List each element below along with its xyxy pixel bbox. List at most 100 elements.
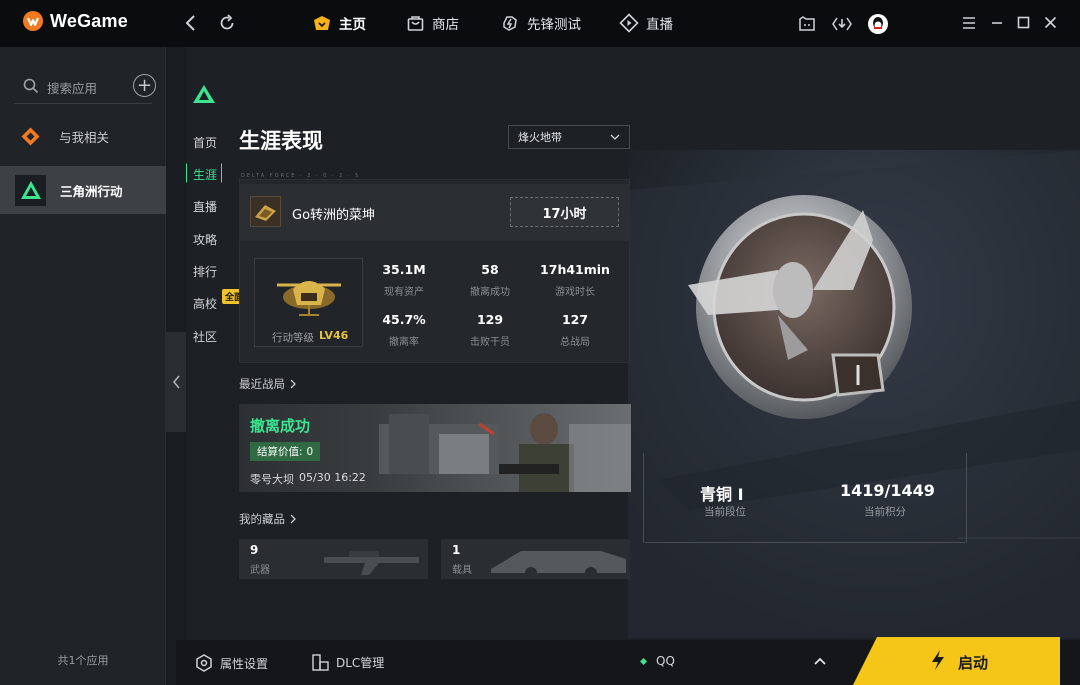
mode-select-value: 烽火地带 — [518, 131, 562, 144]
match-map: 零号大坝 — [250, 473, 294, 486]
stat-playtime-value: 17h41min — [540, 262, 610, 277]
plus-icon: + — [136, 74, 153, 96]
chevron-left-icon — [172, 375, 180, 389]
recent-matches-title: 最近战局 — [239, 377, 285, 391]
wegame-logo-icon — [23, 11, 43, 31]
collection-weapons-count: 9 — [250, 543, 259, 557]
search-input[interactable]: 搜索应用 — [47, 78, 97, 97]
level-emblem-icon — [277, 281, 341, 316]
settle-value: 0 — [306, 445, 314, 458]
stat-extract-rate-value: 45.7% — [382, 312, 426, 327]
wegame-logo[interactable]: WeGame — [22, 10, 128, 32]
collection-weapons[interactable]: 9 武器 — [239, 539, 428, 579]
close-icon[interactable] — [1044, 16, 1057, 29]
sidebar-item-related[interactable]: 与我相关 — [0, 112, 166, 160]
online-dot-icon — [640, 657, 647, 665]
subnav-university[interactable]: 高校 — [193, 295, 217, 312]
current-rank-label: 当前段位 — [704, 506, 746, 518]
weapon-image — [324, 551, 419, 575]
delta-force-app-icon — [15, 174, 46, 206]
minimize-icon[interactable] — [990, 16, 1004, 30]
stat-assets-label: 现有资产 — [384, 287, 424, 298]
settle-value-badge: 结算价值: 0 — [250, 442, 321, 461]
collection-weapons-label: 武器 — [250, 565, 270, 576]
settle-label: 结算价值: — [257, 446, 303, 458]
current-rank: 青铜 I — [700, 485, 744, 504]
tab-live-label: 直播 — [646, 17, 673, 33]
rank-emblem-artwork — [628, 150, 1080, 638]
stat-playtime-label: 游戏时长 — [555, 287, 595, 298]
tab-pioneer-test-label: 先锋测试 — [527, 17, 581, 33]
properties-button[interactable]: 属性设置 — [195, 654, 268, 672]
search-icon[interactable] — [23, 78, 39, 94]
current-score-label: 当前积分 — [864, 506, 906, 518]
sidebar-item-related-label: 与我相关 — [59, 129, 110, 145]
subnav-guide[interactable]: 攻略 — [193, 231, 217, 248]
properties-label: 属性设置 — [220, 656, 269, 671]
stat-kills-value: 129 — [476, 312, 504, 327]
chevron-right-icon — [290, 379, 296, 389]
live-diamond-icon — [619, 13, 639, 33]
subnav-live[interactable]: 直播 — [193, 198, 217, 215]
menu-icon[interactable] — [962, 16, 976, 30]
rank-divider — [645, 542, 965, 543]
subnav-community[interactable]: 社区 — [193, 328, 217, 345]
collection-title: 我的藏品 — [239, 512, 285, 526]
back-icon[interactable] — [184, 14, 198, 32]
collection-vehicles-label: 载具 — [452, 565, 472, 576]
subnav-home[interactable]: 首页 — [193, 134, 217, 151]
tab-store-label: 商店 — [432, 17, 459, 33]
chevron-right-icon — [290, 514, 296, 524]
add-app-button[interactable]: + — [133, 74, 156, 97]
sidebar-item-delta-force-label: 三角洲行动 — [60, 183, 123, 199]
subnav-career[interactable]: 生涯 — [193, 166, 217, 183]
app-count: 共1个应用 — [57, 654, 109, 667]
tab-pioneer-test[interactable]: 先锋测试 — [500, 13, 581, 33]
launch-button[interactable] — [853, 637, 1060, 685]
home-icon — [314, 16, 330, 30]
qq-avatar-icon[interactable] — [867, 13, 889, 35]
dlc-label: DLC管理 — [336, 656, 385, 670]
refresh-icon[interactable] — [218, 14, 236, 32]
level-label: 行动等级 — [272, 332, 314, 344]
mode-select[interactable]: 烽火地带 — [508, 125, 630, 149]
tab-store[interactable]: 商店 — [406, 13, 459, 33]
sidebar-item-delta-force[interactable]: 三角洲行动 — [0, 166, 166, 214]
collection-vehicles-count: 1 — [452, 543, 461, 557]
collection-vehicles[interactable]: 1 载具 — [441, 539, 630, 579]
current-score: 1419/1449 — [840, 481, 935, 500]
settings-hex-icon — [196, 654, 212, 672]
lightning-icon — [503, 16, 517, 31]
app-name: WeGame — [50, 10, 128, 31]
download-icon[interactable] — [831, 15, 853, 33]
delta-force-logo-icon — [192, 84, 216, 104]
account-selector[interactable]: QQ — [640, 654, 675, 668]
lightning-bolt-icon — [930, 649, 946, 671]
tab-home-label: 主页 — [339, 17, 366, 33]
stat-assets-value: 35.1M — [382, 262, 426, 277]
card-strip-text: DELTA FORCE · 2 · 0 · 2 · 5 — [241, 173, 361, 179]
message-icon[interactable] — [797, 15, 817, 33]
match-time: 05/30 16:22 — [299, 471, 366, 484]
maximize-icon[interactable] — [1017, 16, 1030, 29]
related-diamond-icon — [21, 127, 40, 145]
chevron-up-icon[interactable] — [814, 657, 826, 665]
subnav-ranking[interactable]: 排行 — [193, 263, 217, 280]
stat-matches-value: 127 — [561, 312, 589, 327]
dlc-button[interactable]: DLC管理 — [312, 654, 384, 671]
collapse-sidebar-button[interactable] — [166, 332, 186, 432]
recent-matches-link[interactable]: 最近战局 — [239, 376, 296, 392]
tab-live[interactable]: 直播 — [619, 13, 673, 33]
account-label: QQ — [656, 654, 675, 668]
level-value: LV46 — [319, 329, 349, 342]
collection-link[interactable]: 我的藏品 — [239, 511, 296, 527]
dlc-grid-icon — [312, 654, 329, 671]
tab-home[interactable]: 主页 — [312, 13, 366, 33]
stat-extract-value: 58 — [481, 262, 499, 277]
chevron-down-icon — [610, 134, 620, 140]
page-title: 生涯表现 — [239, 129, 323, 153]
shopping-bag-icon — [407, 16, 424, 31]
play-time: 17小时 — [510, 197, 619, 227]
match-result: 撤离成功 — [250, 417, 311, 435]
stat-extract-rate-label: 撤离率 — [389, 337, 419, 348]
